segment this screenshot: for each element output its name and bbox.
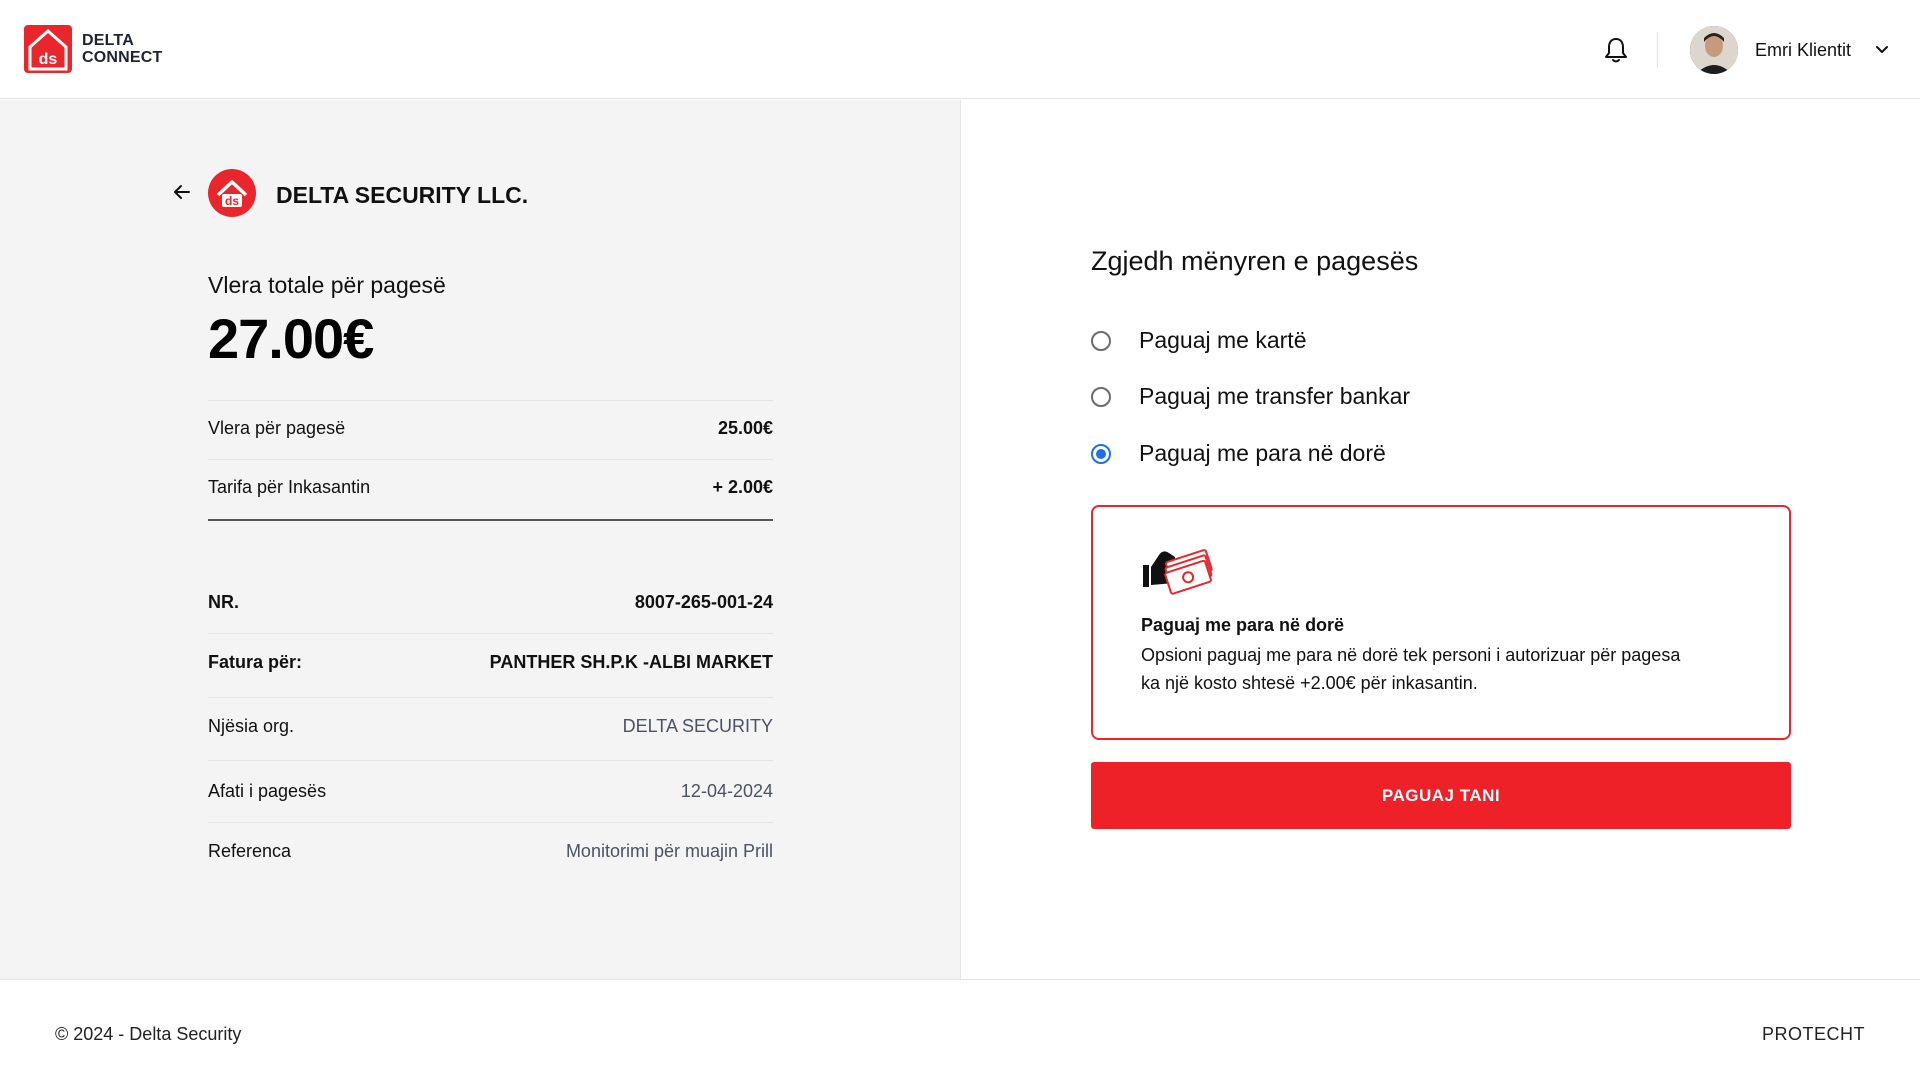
row-value: 25.00€ <box>717 418 773 438</box>
row-label: Fatura për: <box>208 652 303 672</box>
row-value: Monitorimi për muajin Prill <box>565 841 773 861</box>
row-label: Njësia org. <box>208 716 295 736</box>
row-value: DELTA SECURITY <box>622 716 773 736</box>
option-label[interactable]: Paguaj me para në dorë <box>1139 440 1386 467</box>
bell-icon[interactable] <box>1603 36 1629 64</box>
row-label: NR. <box>208 592 239 612</box>
arrow-left-icon[interactable] <box>172 182 192 202</box>
info-text-line-2: ka një kosto shtesë +2.00€ për inkasanti… <box>1141 673 1478 693</box>
total-label: Vlera totale për pagesë <box>208 272 446 298</box>
divider <box>208 400 773 401</box>
protecht-link[interactable]: PROTECHT <box>1762 1024 1865 1045</box>
logo-text: DELTA CONNECT <box>82 32 163 66</box>
fee-row: Tarifa për Inkasantin + 2.00€ <box>208 477 773 498</box>
divider <box>208 760 773 761</box>
logo-line-2: CONNECT <box>82 49 163 66</box>
payment-option-cash[interactable]: Paguaj me para në dorë <box>1091 440 1386 467</box>
detail-row-reference: Referenca Monitorimi për muajin Prill <box>208 841 773 862</box>
total-amount: 27.00€ <box>208 307 374 370</box>
header-divider <box>1657 32 1658 68</box>
info-text-line-1: Opsioni paguaj me para në dorë tek perso… <box>1141 645 1681 665</box>
payment-method-title: Zgjedh mënyren e pagesës <box>1091 246 1419 276</box>
delta-connect-logo[interactable]: ds DELTA CONNECT <box>24 25 163 73</box>
radio-cash[interactable] <box>1091 443 1111 464</box>
payment-option-card[interactable]: Paguaj me kartë <box>1091 327 1306 354</box>
radio-bank-transfer[interactable] <box>1091 386 1111 407</box>
copyright-text: © 2024 - Delta Security <box>55 1024 242 1044</box>
info-text: Opsioni paguaj me para në dorë tek perso… <box>1141 641 1741 697</box>
divider <box>208 697 773 698</box>
user-name[interactable]: Emri Klientit <box>1755 40 1851 61</box>
chevron-down-icon[interactable] <box>1872 40 1892 60</box>
summary-divider <box>208 519 773 521</box>
row-value: PANTHER SH.P.K -ALBI MARKET <box>489 652 773 672</box>
payment-option-bank-transfer[interactable]: Paguaj me transfer bankar <box>1091 383 1410 410</box>
radio-card[interactable] <box>1091 330 1111 351</box>
divider <box>208 633 773 634</box>
cash-hand-icon <box>1141 545 1217 595</box>
row-value: 8007-265-001-24 <box>634 592 773 612</box>
row-value: + 2.00€ <box>712 477 773 497</box>
option-label[interactable]: Paguaj me kartë <box>1139 327 1306 354</box>
row-label: Referenca <box>208 841 292 861</box>
row-label: Vlera për pagesë <box>208 418 346 438</box>
row-label: Tarifa për Inkasantin <box>208 477 371 497</box>
top-header: ds DELTA CONNECT Emri Klientit <box>0 0 1920 99</box>
info-title: Paguaj me para në dorë <box>1141 615 1345 635</box>
avatar[interactable] <box>1690 26 1738 74</box>
amount-row: Vlera për pagesë 25.00€ <box>208 418 773 439</box>
row-label: Afati i pagesës <box>208 781 327 801</box>
company-logo: ds <box>208 169 256 217</box>
detail-row-billed-to: Fatura për: PANTHER SH.P.K -ALBI MARKET <box>208 652 773 673</box>
detail-row-number: NR. 8007-265-001-24 <box>208 592 773 613</box>
company-mark-text: ds <box>225 194 239 208</box>
divider <box>208 822 773 823</box>
logo-mark: ds <box>24 25 72 73</box>
logo-mark-text: ds <box>39 51 58 68</box>
footer: © 2024 - Delta Security PROTECHT <box>0 979 1920 1080</box>
company-name: DELTA SECURITY LLC. <box>276 182 529 208</box>
cash-info-box: Paguaj me para në dorë Opsioni paguaj me… <box>1091 505 1791 740</box>
pay-now-button[interactable]: PAGUAJ TANI <box>1091 762 1791 829</box>
detail-row-org-unit: Njësia org. DELTA SECURITY <box>208 716 773 737</box>
panel-divider <box>960 100 961 979</box>
logo-line-1: DELTA <box>82 32 134 49</box>
option-label[interactable]: Paguaj me transfer bankar <box>1139 383 1410 410</box>
row-value: 12-04-2024 <box>680 781 773 801</box>
detail-row-due-date: Afati i pagesës 12-04-2024 <box>208 781 773 802</box>
divider <box>208 459 773 460</box>
